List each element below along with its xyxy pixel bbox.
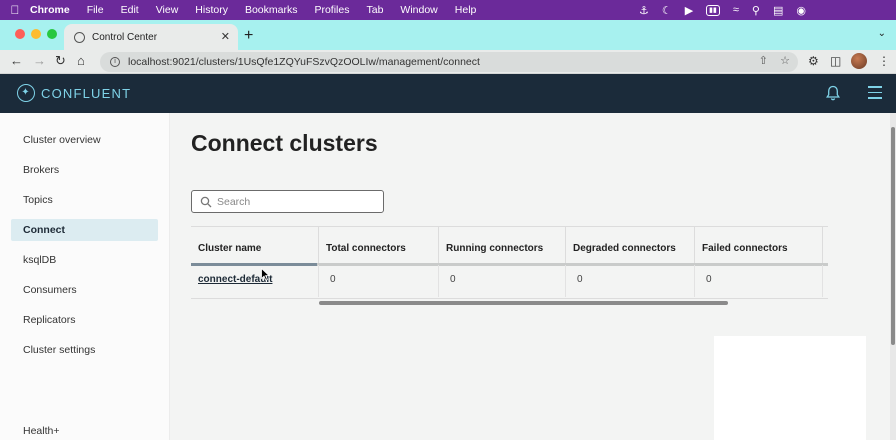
apple-icon[interactable]: : [0, 3, 30, 17]
site-info-icon[interactable]: i: [110, 57, 120, 67]
status-icons: ⚓ ☾ ▶ ▮▮ ≈ ⚲ ▤ ◉: [639, 0, 806, 20]
browser-toolbar: ← → ↻ ⌂ i localhost:9021/clusters/1UsQfe…: [0, 50, 896, 74]
column-header-total-connectors[interactable]: Total connectors: [318, 227, 439, 264]
menu-window[interactable]: Window: [400, 4, 437, 16]
browser-tab[interactable]: Control Center ✕: [64, 24, 238, 50]
sidebar-item-health-plus[interactable]: Health+: [11, 420, 158, 440]
share-and-bookmark-icons: ⇧ ☆: [759, 54, 790, 67]
mouse-cursor-icon: [261, 268, 270, 281]
hamburger-menu-icon[interactable]: [868, 86, 882, 100]
menu-profiles[interactable]: Profiles: [314, 4, 349, 16]
sidebar-item-brokers[interactable]: Brokers: [11, 159, 158, 181]
url-text: localhost:9021/clusters/1UsQfe1ZQYuFSzvQ…: [128, 56, 480, 68]
search-input[interactable]: Search: [191, 190, 384, 213]
sidebar-item-ksqldb[interactable]: ksqlDB: [11, 249, 158, 271]
table-row-cell-cluster-name: connect-default: [191, 265, 318, 297]
screen:  Chrome File Edit View History Bookmark…: [0, 0, 896, 440]
close-tab-icon[interactable]: ✕: [221, 30, 230, 43]
new-tab-icon[interactable]: +: [244, 27, 253, 45]
minimize-window-button[interactable]: [31, 29, 41, 39]
wifi-icon[interactable]: ≈: [733, 4, 739, 16]
back-icon[interactable]: ←: [10, 53, 23, 68]
scrollbar-thumb[interactable]: [891, 127, 895, 345]
sidebar-item-topics[interactable]: Topics: [11, 189, 158, 211]
menu-view[interactable]: View: [156, 4, 179, 16]
blank-overlay-panel: [714, 336, 866, 440]
browser-menu-icon[interactable]: ⋮: [878, 54, 890, 68]
row-divider: [191, 298, 828, 299]
bookmark-star-icon[interactable]: ☆: [780, 55, 790, 67]
confluent-logo[interactable]: ✦ CONFLUENT: [17, 84, 131, 102]
column-header-failed-connectors[interactable]: Failed connectors: [695, 227, 823, 264]
close-window-button[interactable]: [15, 29, 25, 39]
home-icon[interactable]: ⌂: [77, 53, 85, 68]
side-panel-icon[interactable]: ◫: [830, 54, 841, 68]
sidebar-item-cluster-overview[interactable]: Cluster overview: [11, 129, 158, 151]
tab-favicon-icon: [74, 31, 85, 43]
search-icon: [200, 196, 212, 207]
menu-history[interactable]: History: [195, 4, 228, 16]
logo-text: CONFLUENT: [41, 85, 132, 101]
profile-avatar[interactable]: [851, 53, 867, 69]
share-icon[interactable]: ⇧: [759, 55, 768, 67]
sidebar-item-connect[interactable]: Connect: [11, 219, 158, 241]
table-row-cell-total: 0: [318, 265, 439, 297]
docker-icon[interactable]: ⚓: [639, 4, 649, 17]
notifications-bell-icon[interactable]: [826, 85, 840, 101]
tab-search-chevron-icon[interactable]: ⌄: [878, 28, 886, 39]
column-header-running-connectors[interactable]: Running connectors: [439, 227, 566, 264]
confluent-logo-icon: ✦: [17, 84, 35, 102]
table-row-cell-running: 0: [439, 265, 566, 297]
menu-help[interactable]: Help: [455, 4, 477, 16]
table-row-cell-failed: 0: [695, 265, 823, 297]
zoom-window-button[interactable]: [47, 29, 57, 39]
play-icon[interactable]: ▶: [685, 4, 693, 17]
sidebar-item-replicators[interactable]: Replicators: [11, 309, 158, 331]
menu-tab[interactable]: Tab: [366, 4, 383, 16]
menu-app-name[interactable]: Chrome: [30, 4, 70, 16]
reload-icon[interactable]: ↻: [55, 53, 66, 69]
connect-clusters-table: Cluster name Total connectors Running co…: [191, 226, 828, 311]
table-row-cell-degraded: 0: [566, 265, 695, 297]
tab-strip: Control Center ✕ + ⌄: [0, 20, 896, 50]
extensions-icon[interactable]: ⚙: [808, 54, 819, 68]
menu-edit[interactable]: Edit: [121, 4, 139, 16]
menu-bar:  Chrome File Edit View History Bookmark…: [0, 0, 896, 20]
control-center-icon[interactable]: ▤: [773, 4, 783, 17]
address-bar[interactable]: i localhost:9021/clusters/1UsQfe1ZQYuFSz…: [100, 52, 798, 72]
sidebar: Cluster overview Brokers Topics Connect …: [0, 113, 170, 440]
menu-bookmarks[interactable]: Bookmarks: [245, 4, 298, 16]
moon-icon[interactable]: ☾: [662, 4, 672, 17]
column-header-cluster-name[interactable]: Cluster name: [191, 227, 318, 264]
battery-icon[interactable]: ▮▮: [706, 4, 720, 16]
forward-icon[interactable]: →: [33, 53, 46, 68]
app-header: ✦ CONFLUENT: [0, 74, 896, 113]
tab-title: Control Center: [92, 31, 158, 43]
search-placeholder: Search: [217, 195, 251, 208]
sidebar-item-cluster-settings[interactable]: Cluster settings: [11, 339, 158, 361]
spotlight-icon[interactable]: ⚲: [752, 4, 760, 17]
siri-icon[interactable]: ◉: [796, 4, 806, 17]
sidebar-item-consumers[interactable]: Consumers: [11, 279, 158, 301]
page-title: Connect clusters: [191, 130, 378, 156]
menu-file[interactable]: File: [87, 4, 104, 16]
column-header-degraded-connectors[interactable]: Degraded connectors: [566, 227, 695, 264]
table-horizontal-scrollbar[interactable]: [319, 301, 728, 305]
page-vertical-scrollbar[interactable]: [890, 113, 896, 440]
